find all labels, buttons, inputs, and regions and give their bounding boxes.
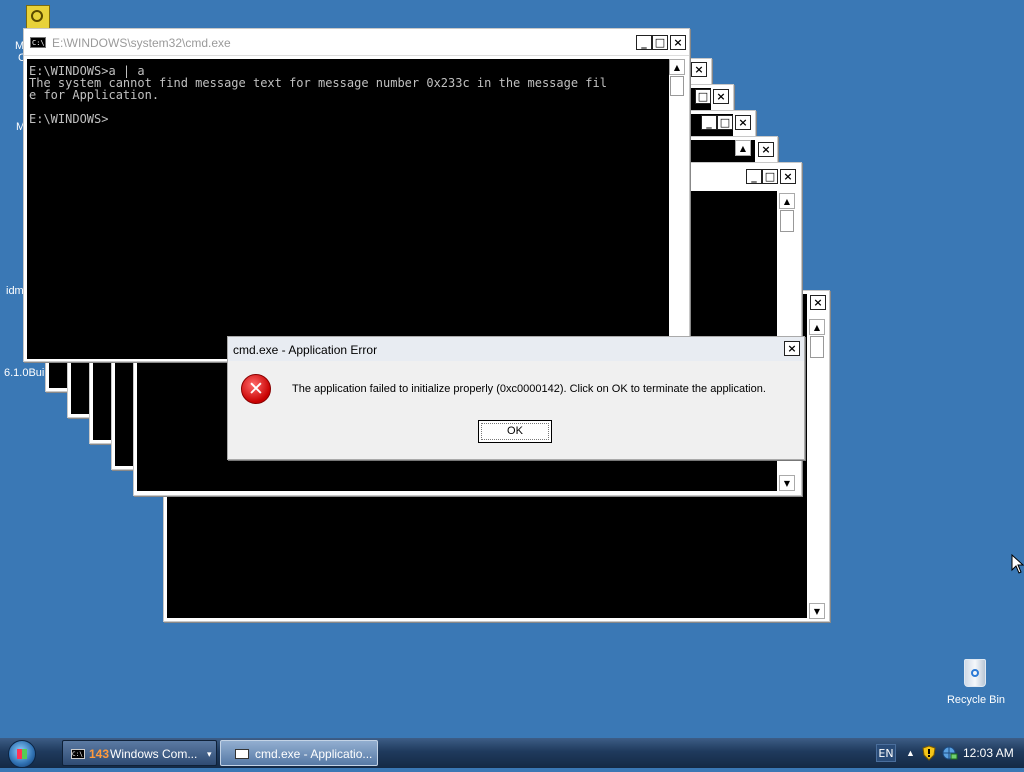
recycle-bin[interactable]: Recycle Bin — [940, 655, 1012, 715]
close-button[interactable]: × — [691, 62, 707, 77]
error-dialog[interactable]: cmd.exe - Application Error × ✕ The appl… — [227, 336, 805, 460]
scroll-up-arrow[interactable]: ▲ — [779, 193, 795, 209]
task-label: Windows Com... — [110, 747, 198, 761]
show-hidden-icons-button[interactable]: ▲ — [906, 738, 915, 768]
dialog-title-bar[interactable]: cmd.exe - Application Error × — [228, 337, 804, 361]
maximize-button[interactable]: □ — [717, 115, 733, 130]
minimize-button[interactable]: _ — [636, 35, 652, 50]
console-line: e for Application. — [29, 88, 160, 102]
dialog-title: cmd.exe - Application Error — [233, 343, 378, 357]
task-count: 143 — [89, 747, 110, 761]
console-screen[interactable]: E:\WINDOWS>a | a The system cannot find … — [27, 59, 669, 359]
scroll-up-arrow[interactable]: ▲ — [809, 319, 825, 335]
start-button[interactable] — [8, 740, 36, 768]
close-button[interactable]: × — [713, 89, 729, 104]
scroll-down-arrow[interactable]: ▼ — [779, 475, 795, 491]
console-output: E:\WINDOWS>a | a The system cannot find … — [27, 59, 669, 125]
scroll-thumb[interactable] — [670, 76, 684, 96]
desktop-label-partial: 6.1.0Bui — [4, 367, 45, 379]
close-button[interactable]: × — [810, 295, 826, 310]
cmd-window-title: E:\WINDOWS\system32\cmd.exe — [52, 36, 231, 50]
mouse-cursor-icon — [1011, 554, 1024, 574]
ok-button[interactable]: OK — [478, 420, 552, 443]
network-icon[interactable] — [940, 738, 958, 768]
chevron-down-icon: ▾ — [207, 749, 212, 759]
maximize-button[interactable]: □ — [762, 169, 778, 184]
taskbar-item-application-error[interactable]: cmd.exe - Applicatio... — [220, 740, 378, 766]
cmd-icon: C:\ — [30, 37, 46, 48]
scroll-thumb[interactable] — [780, 210, 794, 232]
taskbar-group-windows-command[interactable]: C:\ 143 Windows Com... ▾ — [62, 740, 217, 766]
window-icon — [235, 749, 249, 759]
task-label: cmd.exe - Applicatio... — [255, 747, 373, 761]
cmd-title-bar[interactable]: C:\ E:\WINDOWS\system32\cmd.exe _ □ × — [24, 29, 689, 56]
close-button[interactable]: × — [735, 115, 751, 130]
scroll-thumb[interactable] — [810, 336, 824, 358]
error-icon: ✕ — [241, 374, 271, 404]
cmd-icon: C:\ — [71, 749, 85, 759]
dialog-close-button[interactable]: × — [784, 341, 800, 356]
console-prompt: E:\WINDOWS> — [29, 112, 109, 126]
maximize-button[interactable]: □ — [652, 35, 668, 50]
close-button[interactable]: × — [780, 169, 796, 184]
minimize-button[interactable]: _ — [701, 115, 717, 130]
clock[interactable]: 12:03 AM — [963, 738, 1014, 768]
scroll-down-arrow[interactable]: ▼ — [809, 603, 825, 619]
close-button[interactable]: × — [758, 142, 774, 157]
close-button[interactable]: × — [670, 35, 686, 50]
language-indicator[interactable]: EN — [876, 744, 896, 762]
desktop-label-partial: idm — [6, 285, 24, 297]
recycle-bin-icon — [964, 659, 986, 687]
recycle-bin-label: Recycle Bin — [946, 694, 1006, 706]
scroll-up-arrow[interactable]: ▲ — [669, 59, 685, 75]
security-shield-icon[interactable] — [922, 738, 936, 768]
taskbar: C:\ 143 Windows Com... ▾ cmd.exe - Appli… — [0, 738, 1024, 768]
desktop-shortcut-icon[interactable] — [26, 5, 50, 29]
error-message: The application failed to initialize pro… — [292, 383, 766, 395]
dialog-body: ✕ The application failed to initialize p… — [228, 361, 804, 459]
maximize-button[interactable]: □ — [695, 89, 711, 104]
minimize-button[interactable]: _ — [746, 169, 762, 184]
scroll-up-arrow[interactable]: ▲ — [735, 140, 751, 156]
cmd-window[interactable]: C:\ E:\WINDOWS\system32\cmd.exe _ □ × E:… — [23, 28, 690, 362]
